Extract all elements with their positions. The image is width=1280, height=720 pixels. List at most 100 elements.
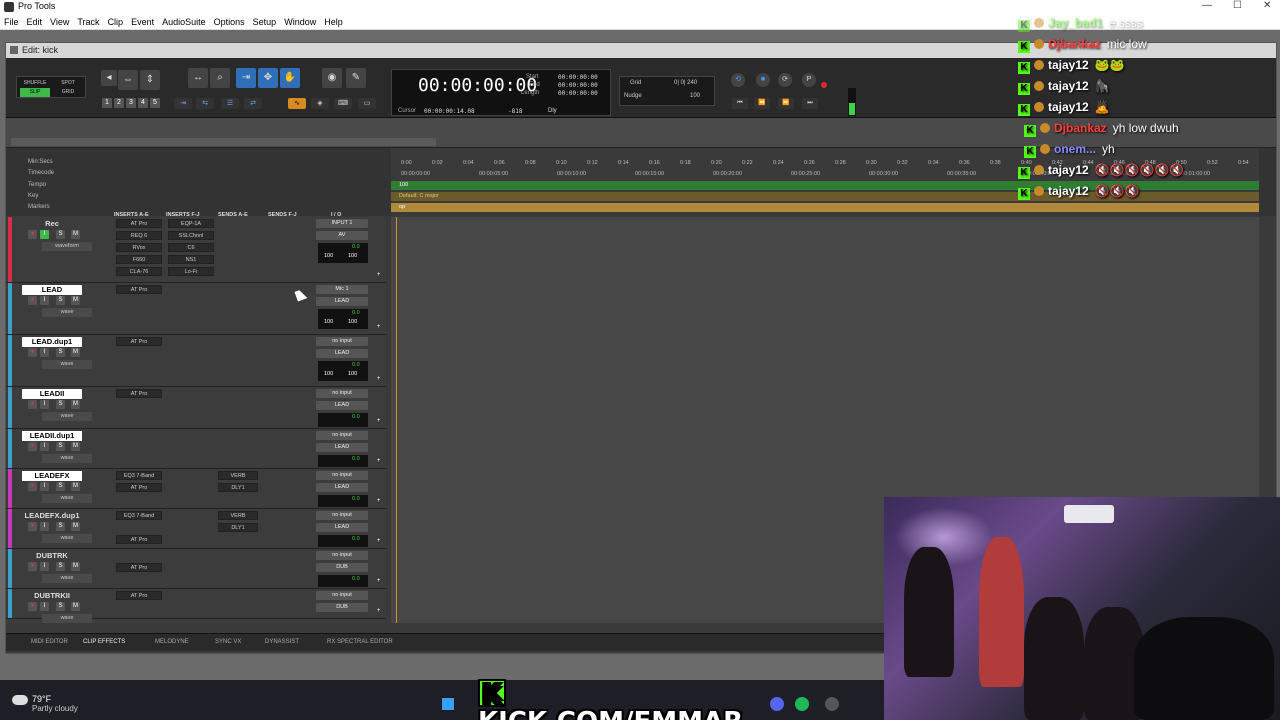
track-view-selector[interactable]: wave (42, 454, 92, 463)
track-input-selector[interactable]: Mic 1 (316, 285, 368, 294)
mirror-midi-icon[interactable]: ∿ (288, 98, 306, 109)
chat-username[interactable]: tajay12 (1048, 58, 1089, 72)
track-name[interactable]: LEADEFX.dup1 (22, 511, 82, 521)
zoom-preset-4[interactable]: 4 (138, 98, 148, 108)
zoom-preset-3[interactable]: 3 (126, 98, 136, 108)
mute-button[interactable]: M (71, 602, 80, 611)
solo-button[interactable]: S (56, 602, 65, 611)
mute-button[interactable]: M (71, 230, 80, 239)
zoomer-tool-icon[interactable]: ↔ (188, 68, 208, 88)
input-monitor-button[interactable]: I (40, 348, 49, 357)
footer-tab[interactable]: MIDI EDITOR (31, 639, 68, 645)
track-input-selector[interactable]: no input (316, 511, 368, 520)
volume-pan-display[interactable]: 0.0 (318, 413, 368, 427)
input-monitor-button[interactable]: I (40, 522, 49, 531)
grabber-tool-icon[interactable]: ✋ (280, 68, 300, 88)
track-input-selector[interactable]: no input (316, 551, 368, 560)
windows-start-icon[interactable] (440, 696, 456, 712)
track-output-selector[interactable]: LEAD (316, 483, 368, 492)
input-monitor-button[interactable]: I (40, 562, 49, 571)
record-enable-button[interactable]: ● (28, 562, 37, 571)
fast-forward-icon[interactable]: ⏩ (778, 98, 794, 109)
zoom-preset-1[interactable]: 1 (102, 98, 112, 108)
insert-slot[interactable]: AT Pro (116, 219, 162, 228)
pre-roll-icon[interactable]: ⟳ (778, 73, 792, 87)
chat-username[interactable]: Jay_bad1 (1048, 16, 1103, 30)
scrubber-tool-icon[interactable]: ◉ (322, 68, 342, 88)
length-value[interactable]: 00:00:00:00 (558, 90, 598, 97)
track-input-selector[interactable]: no input (316, 471, 368, 480)
menu-item-audiosuite[interactable]: AudioSuite (158, 14, 210, 27)
insert-slot[interactable]: CLA-76 (116, 267, 162, 276)
record-enable-button[interactable]: ● (28, 400, 37, 409)
track-input-selector[interactable]: no input (316, 337, 368, 346)
track-view-selector[interactable]: wave (42, 574, 92, 583)
insert-slot[interactable]: AT Pro (116, 563, 162, 572)
insert-slot[interactable]: NS1 (168, 255, 214, 264)
mute-button[interactable]: M (71, 522, 80, 531)
volume-pan-display[interactable]: 0.0 100 100 (318, 361, 368, 381)
track-name[interactable]: DUBTRKII (22, 591, 82, 601)
main-counter[interactable]: 00:00:00:00 Start 00:00:00:00 End 00:00:… (391, 69, 611, 116)
insert-slot[interactable]: AT Pro (116, 591, 162, 600)
markers-ruler[interactable]: op (391, 203, 1259, 212)
track-input-selector[interactable]: INPUT 1 (316, 219, 368, 228)
insert-slot[interactable]: AT Pro (116, 535, 162, 544)
insert-slot[interactable]: F660 (116, 255, 162, 264)
app-tray-icon[interactable] (825, 697, 839, 711)
track-view-selector[interactable]: wave (42, 614, 92, 623)
nudge-value[interactable]: 100 (690, 93, 700, 99)
solo-button[interactable]: S (56, 230, 65, 239)
volume-pan-display[interactable]: 0.0 (318, 455, 368, 467)
playlist-add-icon[interactable]: + (374, 417, 383, 426)
record-enable-button[interactable]: ● (28, 296, 37, 305)
track-view-selector[interactable]: wave (42, 494, 92, 503)
mute-button[interactable]: M (71, 562, 80, 571)
footer-tab[interactable]: CLIP EFFECTS (83, 639, 125, 645)
track-name[interactable]: LEAD (22, 285, 82, 295)
overview-bar[interactable] (11, 138, 436, 146)
record-enable-button[interactable]: ● (28, 522, 37, 531)
track-output-selector[interactable]: DUB (316, 563, 368, 572)
spot-mode-button[interactable]: SPOT (53, 79, 83, 88)
solo-button[interactable]: S (56, 348, 65, 357)
track-input-selector[interactable]: no input (316, 389, 368, 398)
volume-pan-display[interactable]: 0.0 (318, 575, 368, 587)
record-enable-button[interactable]: ● (28, 348, 37, 357)
playlist-add-icon[interactable]: + (374, 271, 383, 280)
track-input-selector[interactable]: no input (316, 591, 368, 600)
track-output-selector[interactable]: LEAD (316, 401, 368, 410)
magnifier-icon[interactable]: ⌕ (210, 68, 230, 88)
insert-slot[interactable]: AT Pro (116, 389, 162, 398)
insert-slot[interactable]: AT Pro (116, 483, 162, 492)
input-monitor-button[interactable]: I (40, 442, 49, 451)
footer-tab[interactable]: RX SPECTRAL EDITOR (327, 639, 393, 645)
track-name[interactable]: DUBTRK (22, 551, 82, 561)
solo-button[interactable]: S (56, 482, 65, 491)
grid-mode-button[interactable]: GRID (53, 88, 83, 97)
chat-username[interactable]: onem... (1054, 142, 1096, 156)
close-button[interactable]: ✕ (1263, 0, 1271, 11)
volume-pan-display[interactable]: 0.0 (318, 535, 368, 547)
stop-icon[interactable]: ■ (756, 73, 770, 87)
insert-slot[interactable]: AT Pro (116, 285, 162, 294)
mute-button[interactable]: M (71, 348, 80, 357)
go-to-end-icon[interactable]: ⏭ (802, 98, 818, 109)
track-output-selector[interactable]: LEAD (316, 523, 368, 532)
selector-tool-icon[interactable]: ✥ (258, 68, 278, 88)
track-name[interactable]: LEADEFX (22, 471, 82, 481)
footer-tab[interactable]: DYNASSIST (265, 639, 299, 645)
menu-item-help[interactable]: Help (320, 14, 347, 27)
insert-slot[interactable]: SSLChnnl (168, 231, 214, 240)
end-value[interactable]: 00:00:00:00 (558, 82, 598, 89)
track-output-selector[interactable]: DUB (316, 603, 368, 612)
track-view-selector[interactable]: wave (42, 534, 92, 543)
trim-tool-icon[interactable]: ⇥ (236, 68, 256, 88)
chat-username[interactable]: tajay12 (1048, 100, 1089, 114)
track-output-selector[interactable]: LEAD (316, 297, 368, 306)
chat-username[interactable]: tajay12 (1048, 184, 1089, 198)
tab-to-transient-icon[interactable]: ⇥ (174, 98, 192, 109)
maximize-button[interactable]: ☐ (1233, 0, 1242, 11)
insert-slot[interactable]: Lo-Fi (168, 267, 214, 276)
chat-username[interactable]: tajay12 (1048, 79, 1089, 93)
